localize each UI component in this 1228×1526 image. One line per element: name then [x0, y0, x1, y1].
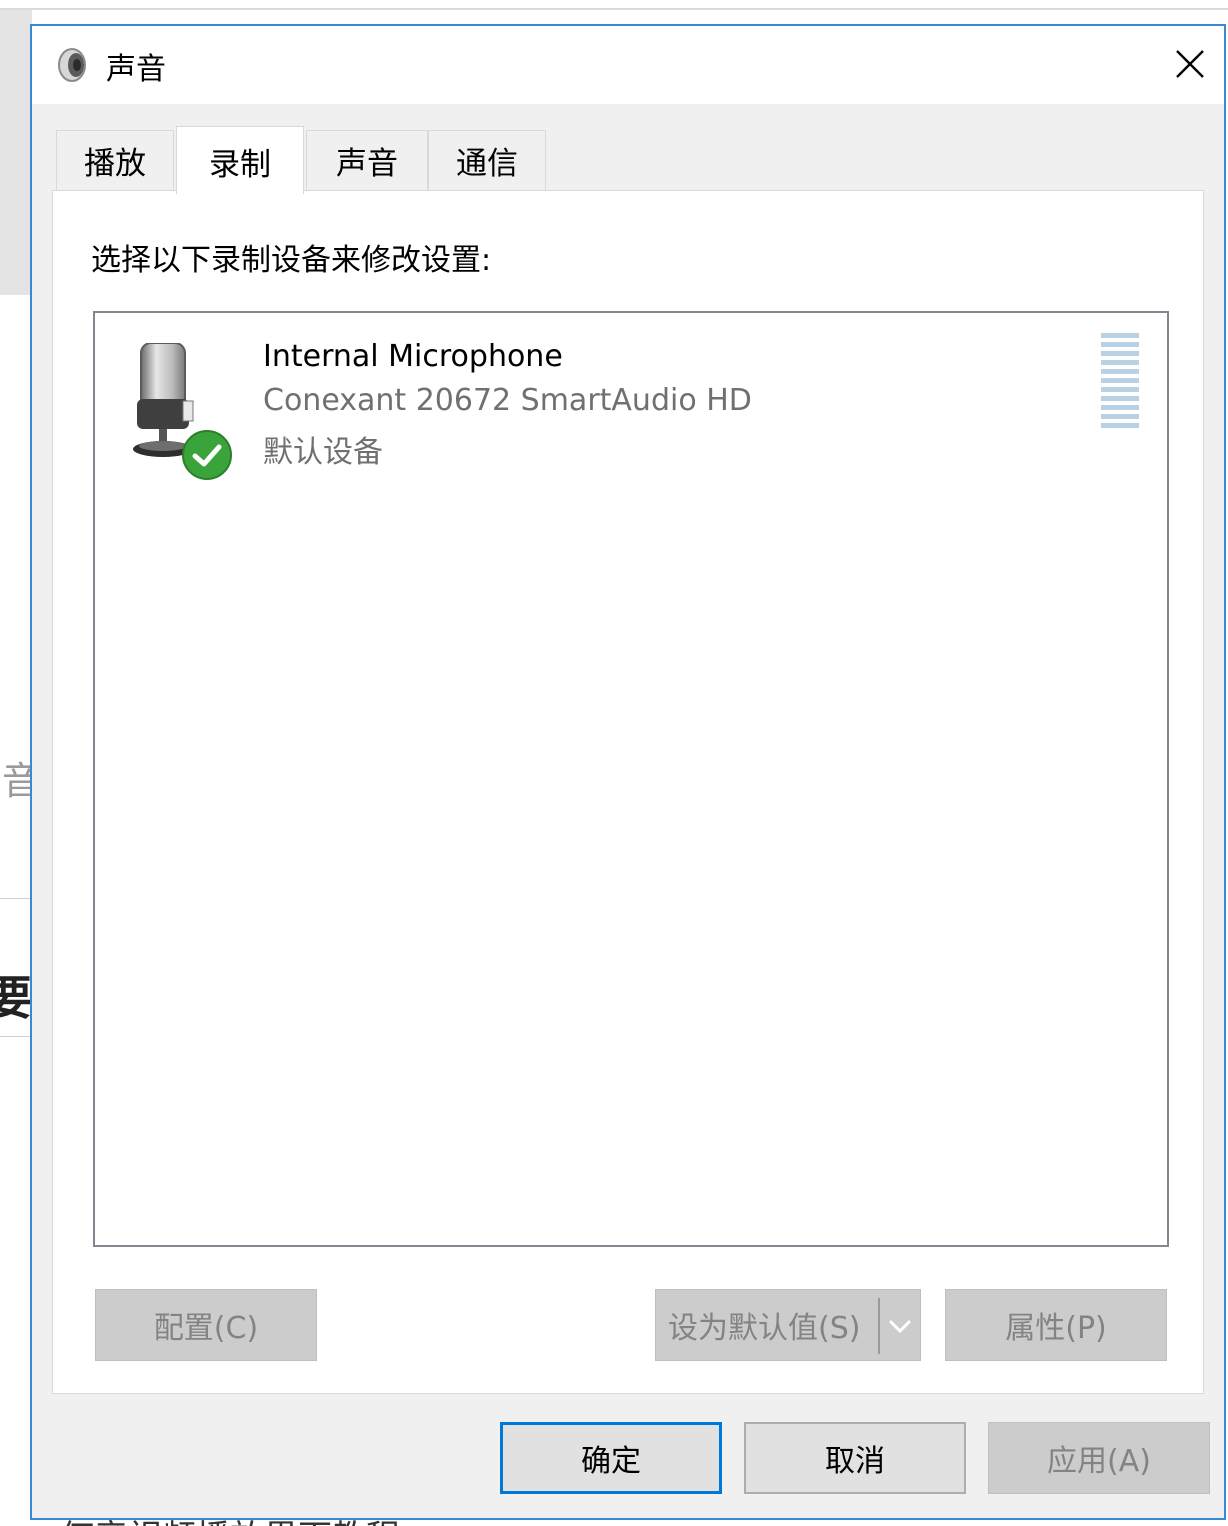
- level-meter-bar: [1101, 351, 1139, 356]
- level-meter-bar: [1101, 369, 1139, 374]
- level-meter-bar: [1101, 360, 1139, 365]
- device-status: 默认设备: [263, 435, 383, 470]
- tab-playback[interactable]: 播放: [56, 130, 174, 190]
- title-bar[interactable]: 声音: [32, 26, 1224, 104]
- speaker-icon: [58, 48, 86, 82]
- close-button[interactable]: [1162, 36, 1218, 92]
- tab-communications[interactable]: 通信: [428, 130, 546, 190]
- list-item[interactable]: Internal Microphone Conexant 20672 Smart…: [95, 313, 1167, 480]
- level-meter-bar: [1101, 387, 1139, 392]
- dialog-title: 声音: [106, 52, 166, 87]
- background-heading: 的要: [0, 971, 32, 1025]
- level-meter-bar: [1101, 405, 1139, 410]
- default-checkmark-icon: [182, 430, 232, 480]
- input-level-meter: [1101, 333, 1139, 437]
- recording-tab-panel: 选择以下录制设备来修改设置: Internal Microphone Conex…: [52, 190, 1204, 1394]
- device-driver: Conexant 20672 SmartAudio HD: [263, 383, 752, 418]
- background-text: 音: [2, 759, 32, 803]
- device-name: Internal Microphone: [263, 339, 563, 374]
- set-default-label: 设为默认值(S): [668, 1311, 861, 1346]
- properties-button[interactable]: 属性(P): [945, 1289, 1167, 1361]
- tab-sounds[interactable]: 声音: [306, 130, 428, 190]
- device-list[interactable]: Internal Microphone Conexant 20672 Smart…: [93, 311, 1169, 1247]
- level-meter-bar: [1101, 378, 1139, 383]
- background-divider: [0, 1036, 32, 1037]
- level-meter-bar: [1101, 396, 1139, 401]
- level-meter-bar: [1101, 423, 1139, 428]
- background-divider: [0, 8, 1228, 10]
- split-button-divider: [878, 1298, 880, 1354]
- background-divider: [0, 898, 32, 899]
- sound-dialog: 声音 播放 录制 声音 通信 选择以下录制设备来修改设置: Internal M…: [30, 24, 1226, 1520]
- ok-button[interactable]: 确定: [500, 1422, 722, 1494]
- background-panel: [0, 10, 32, 295]
- set-default-button[interactable]: 设为默认值(S): [655, 1289, 921, 1361]
- configure-button[interactable]: 配置(C): [95, 1289, 317, 1361]
- tab-recording[interactable]: 录制: [176, 126, 304, 194]
- level-meter-bar: [1101, 414, 1139, 419]
- instruction-text: 选择以下录制设备来修改设置:: [91, 243, 492, 278]
- close-icon: [1176, 50, 1204, 78]
- level-meter-bar: [1101, 342, 1139, 347]
- cancel-button[interactable]: 取消: [744, 1422, 966, 1494]
- apply-button[interactable]: 应用(A): [988, 1422, 1210, 1494]
- chevron-down-icon[interactable]: [886, 1316, 914, 1336]
- level-meter-bar: [1101, 333, 1139, 338]
